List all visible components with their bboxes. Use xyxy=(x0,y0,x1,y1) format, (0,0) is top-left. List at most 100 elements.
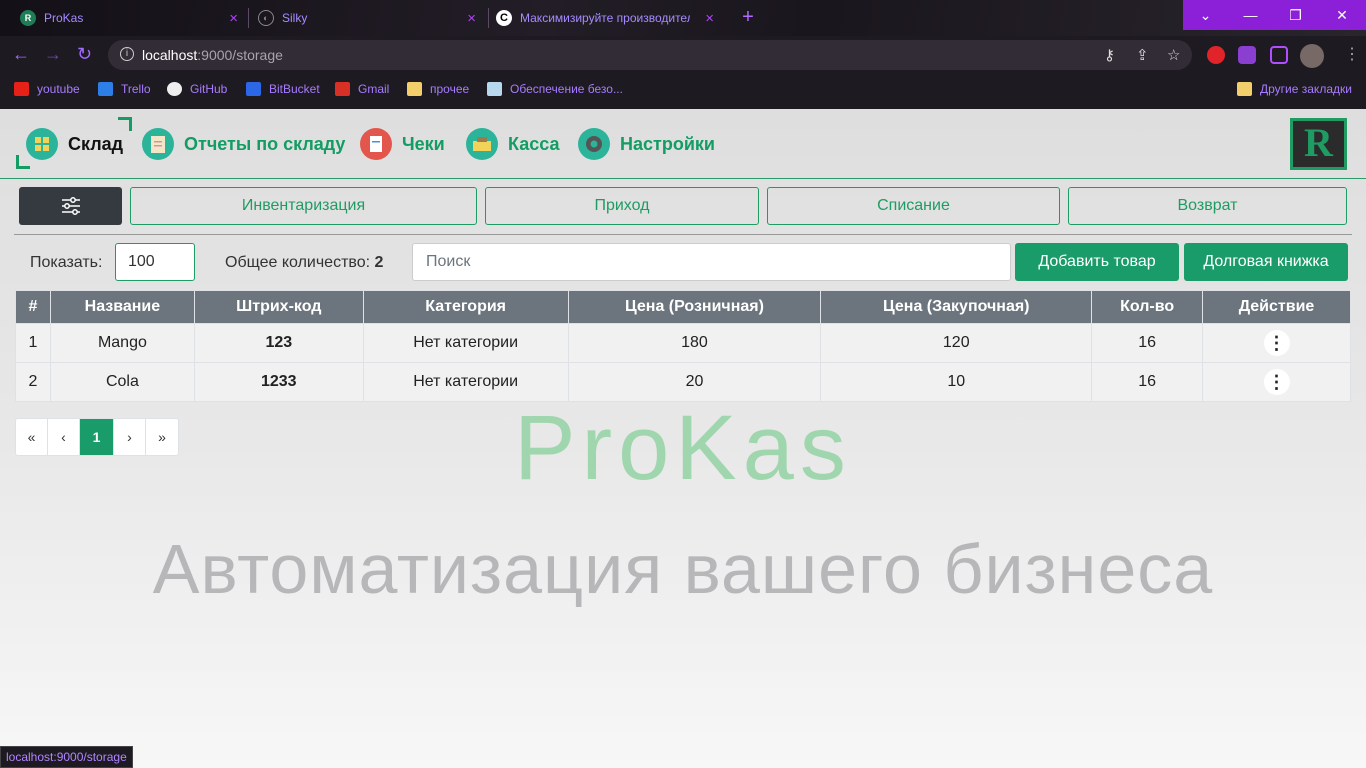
tab-title: Silky xyxy=(282,11,308,25)
table-header: # Название Штрих-код Категория Цена (Роз… xyxy=(15,290,1351,324)
cash-register-icon xyxy=(466,128,498,160)
back-icon[interactable]: ← xyxy=(12,44,30,65)
cell-category: Нет категории xyxy=(362,323,569,363)
forward-icon[interactable]: → xyxy=(44,44,62,65)
nav-item-settings[interactable]: Настройки xyxy=(578,126,715,162)
table-row[interactable]: 1 Mango 123 Нет категории 180 120 16 ⋮ xyxy=(15,323,1351,363)
close-window-icon[interactable]: ✕ xyxy=(1318,0,1366,30)
browser-chrome: R ProKas × ◐ Silky × C Максимизируйте пр… xyxy=(0,0,1366,109)
bookmark-other[interactable]: Другие закладки xyxy=(1237,82,1352,96)
more-actions-icon[interactable]: ⋮ xyxy=(1263,369,1290,395)
cell-retail-price: 180 xyxy=(567,323,822,363)
cell-action: ⋮ xyxy=(1202,323,1351,363)
col-category[interactable]: Категория xyxy=(362,290,569,324)
minimize-icon[interactable]: — xyxy=(1228,0,1273,30)
storage-icon xyxy=(26,128,58,160)
bookmark-folder-misc[interactable]: прочее xyxy=(407,82,469,96)
show-label: Показать: xyxy=(30,254,103,271)
close-tab-icon[interactable]: × xyxy=(229,10,238,27)
col-purchase-price[interactable]: Цена (Закупочная) xyxy=(820,290,1093,324)
total-value: 2 xyxy=(374,254,384,271)
bookmark-trello[interactable]: Trello xyxy=(98,82,151,96)
tab-strip: R ProKas × ◐ Silky × C Максимизируйте пр… xyxy=(0,0,1366,36)
avatar[interactable] xyxy=(1300,44,1324,68)
reload-icon[interactable]: ↻ xyxy=(77,44,92,65)
show-count-input[interactable]: 100 xyxy=(115,243,195,281)
more-actions-icon[interactable]: ⋮ xyxy=(1263,330,1290,356)
col-number[interactable]: # xyxy=(15,290,51,324)
col-quantity[interactable]: Кол-во xyxy=(1091,290,1204,324)
adblock-icon[interactable] xyxy=(1207,46,1225,64)
sliders-icon xyxy=(61,197,80,215)
folder-icon xyxy=(407,82,422,96)
url-text: localhost:9000/storage xyxy=(142,47,283,63)
nav-item-storage[interactable]: Склад xyxy=(26,126,123,162)
bookmark-security[interactable]: Обеспечение безо... xyxy=(487,82,623,96)
github-icon xyxy=(167,82,182,96)
tab-silky[interactable]: ◐ Silky × xyxy=(258,4,478,32)
receipt-icon xyxy=(360,128,392,160)
gmail-icon xyxy=(335,82,350,96)
inventory-button[interactable]: Инвентаризация xyxy=(130,187,477,225)
new-tab-icon[interactable]: + xyxy=(736,6,760,30)
cell-barcode: 123 xyxy=(193,323,364,363)
return-button[interactable]: Возврат xyxy=(1068,187,1347,225)
menu-icon[interactable]: ⋮ xyxy=(1344,44,1360,64)
close-tab-icon[interactable]: × xyxy=(467,10,476,27)
nav-item-cashier[interactable]: Касса xyxy=(466,126,559,162)
folder-icon xyxy=(1237,82,1252,96)
income-button[interactable]: Приход xyxy=(485,187,759,225)
cell-name: Mango xyxy=(49,323,195,363)
debt-book-button[interactable]: Долговая книжка xyxy=(1184,243,1348,281)
add-product-button[interactable]: Добавить товар xyxy=(1015,243,1179,281)
bookmark-youtube[interactable]: youtube xyxy=(14,82,80,96)
cell-number: 1 xyxy=(15,323,51,363)
cell-purchase-price: 120 xyxy=(820,323,1093,363)
key-icon[interactable]: ⚷ xyxy=(1104,46,1115,64)
page: Склад Отчеты по складу Чеки Касса Настро… xyxy=(0,109,1366,768)
total-count: Общее количество: 2 xyxy=(225,254,384,271)
sidepanel-icon[interactable] xyxy=(1270,46,1288,64)
tab-prokas[interactable]: R ProKas × xyxy=(20,4,240,32)
close-tab-icon[interactable]: × xyxy=(705,10,714,27)
trello-icon xyxy=(98,82,113,96)
youtube-icon xyxy=(14,82,29,96)
status-bar-url: localhost:9000/storage xyxy=(0,746,133,768)
security-icon xyxy=(487,82,502,96)
bookmark-github[interactable]: GitHub xyxy=(167,82,227,96)
bitbucket-icon xyxy=(246,82,261,96)
nav-item-receipts[interactable]: Чеки xyxy=(360,126,445,162)
watermark-tagline: Автоматизация вашего бизнеса xyxy=(152,530,1214,608)
search-input[interactable]: Поиск xyxy=(412,243,1011,281)
bookmark-star-icon[interactable]: ☆ xyxy=(1167,46,1180,64)
bookmark-bitbucket[interactable]: BitBucket xyxy=(246,82,320,96)
tab-title: Максимизируйте производител xyxy=(520,11,690,25)
col-barcode[interactable]: Штрих-код xyxy=(193,290,364,324)
cell-quantity: 16 xyxy=(1091,323,1204,363)
silky-favicon-icon: ◐ xyxy=(258,10,274,26)
extensions-icon[interactable] xyxy=(1238,46,1256,64)
col-name[interactable]: Название xyxy=(49,290,195,324)
gear-icon xyxy=(578,128,610,160)
restore-icon[interactable]: ❐ xyxy=(1273,0,1318,30)
col-action: Действие xyxy=(1202,290,1351,324)
col-retail-price[interactable]: Цена (Розничная) xyxy=(567,290,822,324)
writeoff-button[interactable]: Списание xyxy=(767,187,1060,225)
share-icon[interactable]: ⇪ xyxy=(1136,46,1149,64)
tab-maximize[interactable]: C Максимизируйте производител × xyxy=(496,4,716,32)
tab-search-icon[interactable]: ⌄ xyxy=(1183,0,1228,30)
top-nav: Склад Отчеты по складу Чеки Касса Настро… xyxy=(0,109,1366,179)
watermark-brand: ProKas xyxy=(514,397,852,499)
divider xyxy=(14,234,1352,235)
tab-title: ProKas xyxy=(44,11,84,25)
prokas-favicon-icon: R xyxy=(20,10,36,26)
omnibox[interactable]: i localhost:9000/storage ⚷ ⇪ ☆ xyxy=(108,40,1192,70)
clipboard-icon xyxy=(142,128,174,160)
filter-button[interactable] xyxy=(19,187,122,225)
c-favicon-icon: C xyxy=(496,10,512,26)
products-table: # Название Штрих-код Категория Цена (Роз… xyxy=(15,290,1351,402)
nav-item-reports[interactable]: Отчеты по складу xyxy=(142,126,345,162)
prokas-logo[interactable]: R xyxy=(1290,118,1347,170)
site-info-icon[interactable]: i xyxy=(120,47,134,61)
bookmark-gmail[interactable]: Gmail xyxy=(335,82,389,96)
